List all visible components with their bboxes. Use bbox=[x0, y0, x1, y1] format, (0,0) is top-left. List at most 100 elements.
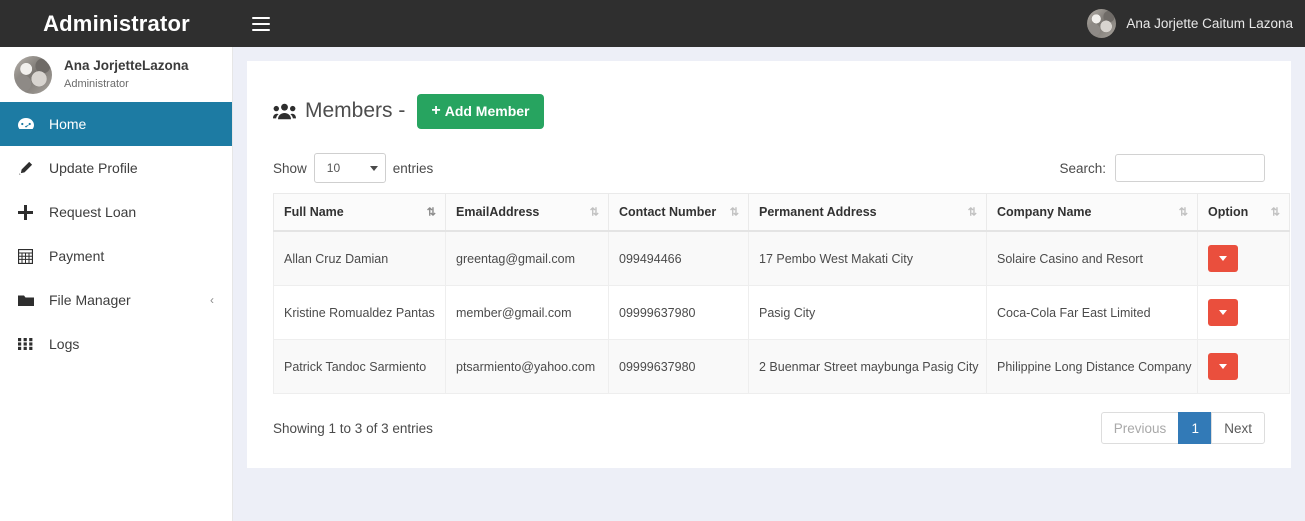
plus-icon bbox=[18, 204, 40, 220]
show-label: Show bbox=[273, 160, 307, 176]
sort-icon: ⇅ bbox=[729, 206, 739, 219]
sidebar-item-label: Request Loan bbox=[49, 204, 137, 220]
table-row: Patrick Tandoc Sarmiento ptsarmiento@yah… bbox=[273, 339, 1290, 394]
cell-address: 17 Pembo West Makati City bbox=[748, 230, 987, 286]
caret-down-icon bbox=[1219, 256, 1227, 261]
brand-block: Administrator bbox=[0, 0, 233, 47]
page-title: Members - bbox=[305, 99, 406, 122]
cell-email: ptsarmiento@yahoo.com bbox=[445, 339, 609, 394]
main-content: Members - + Add Member Show 10 entries S… bbox=[233, 47, 1305, 521]
cell-full-name: Kristine Romualdez Pantas bbox=[273, 285, 446, 340]
sort-ascending-icon: ⇅ bbox=[426, 206, 436, 219]
sidebar-item-label: Home bbox=[49, 116, 87, 132]
sort-icon: ⇅ bbox=[1270, 206, 1280, 219]
column-header-contact-number[interactable]: Contact Number ⇅ bbox=[608, 193, 749, 232]
top-navbar: Administrator Ana Jorjette Caitum Lazona bbox=[0, 0, 1305, 47]
sidebar-profile-text: Ana JorjetteLazona Administrator bbox=[64, 58, 189, 92]
sort-icon: ⇅ bbox=[967, 206, 977, 219]
sidebar-item-update-profile[interactable]: Update Profile bbox=[0, 146, 232, 190]
sort-icon: ⇅ bbox=[589, 206, 599, 219]
sidebar-item-label: Logs bbox=[49, 336, 80, 352]
table-footer: Showing 1 to 3 of 3 entries Previous 1 N… bbox=[261, 394, 1277, 454]
sidebar-profile-name: Ana JorjetteLazona bbox=[64, 57, 189, 73]
chevron-down-icon bbox=[369, 165, 378, 171]
column-header-email-address[interactable]: EmailAddress ⇅ bbox=[445, 193, 609, 232]
column-header-company-name[interactable]: Company Name ⇅ bbox=[986, 193, 1198, 232]
cell-option bbox=[1197, 230, 1290, 286]
caret-down-icon bbox=[1219, 364, 1227, 369]
cell-contact: 09999637980 bbox=[608, 285, 749, 340]
sidebar-item-label: File Manager bbox=[49, 292, 131, 308]
sidebar-item-logs[interactable]: Logs bbox=[0, 322, 232, 366]
cell-contact: 09999637980 bbox=[608, 339, 749, 394]
entries-label: entries bbox=[392, 160, 434, 176]
hamburger-bar bbox=[252, 22, 270, 25]
members-table: Full Name ⇅ EmailAddress ⇅ Contact Numbe… bbox=[273, 193, 1290, 394]
column-label: Full Name bbox=[284, 205, 344, 219]
row-option-button[interactable] bbox=[1208, 299, 1238, 326]
search-group: Search: bbox=[1059, 154, 1265, 182]
entries-length-select[interactable]: 10 bbox=[313, 153, 386, 183]
column-label: Permanent Address bbox=[759, 205, 877, 219]
pagination: Previous 1 Next bbox=[1100, 412, 1265, 444]
add-member-label: Add Member bbox=[444, 103, 530, 119]
cell-company: Philippine Long Distance Company bbox=[986, 339, 1198, 394]
avatar bbox=[1087, 9, 1117, 38]
entries-select-value: 10 bbox=[326, 161, 341, 175]
row-option-button[interactable] bbox=[1208, 245, 1238, 272]
show-entries-group: Show 10 entries bbox=[273, 153, 433, 183]
search-label: Search: bbox=[1059, 160, 1106, 176]
table-row: Allan Cruz Damian greentag@gmail.com 099… bbox=[273, 230, 1290, 286]
cell-option bbox=[1197, 339, 1290, 394]
cell-company: Coca-Cola Far East Limited bbox=[986, 285, 1198, 340]
column-header-permanent-address[interactable]: Permanent Address ⇅ bbox=[748, 193, 987, 232]
cell-option bbox=[1197, 285, 1290, 340]
column-label: Contact Number bbox=[619, 205, 717, 219]
people-icon bbox=[273, 103, 296, 120]
sidebar-item-request-loan[interactable]: Request Loan bbox=[0, 190, 232, 234]
column-header-option[interactable]: Option ⇅ bbox=[1197, 193, 1290, 232]
sidebar-item-label: Payment bbox=[49, 248, 105, 264]
members-card: Members - + Add Member Show 10 entries S… bbox=[247, 61, 1291, 468]
cell-contact: 099494466 bbox=[608, 230, 749, 286]
sidebar-profile-role: Administrator bbox=[64, 77, 129, 90]
cell-company: Solaire Casino and Resort bbox=[986, 230, 1198, 286]
topbar-user-menu[interactable]: Ana Jorjette Caitum Lazona bbox=[1087, 9, 1293, 38]
add-member-button[interactable]: + Add Member bbox=[417, 93, 544, 129]
column-label: Company Name bbox=[997, 205, 1092, 219]
plus-icon: + bbox=[431, 102, 441, 119]
sidebar-item-home[interactable]: Home bbox=[0, 102, 232, 146]
cell-address: Pasig City bbox=[748, 285, 987, 340]
sidebar-profile[interactable]: Ana JorjetteLazona Administrator bbox=[0, 47, 232, 102]
sidebar-item-file-manager[interactable]: File Manager ‹ bbox=[0, 278, 232, 322]
pagination-page-1[interactable]: 1 bbox=[1178, 412, 1213, 444]
sidebar: Ana JorjetteLazona Administrator Home Up… bbox=[0, 47, 233, 521]
dashboard-icon bbox=[18, 116, 40, 132]
hamburger-bar bbox=[252, 28, 270, 31]
cell-full-name: Allan Cruz Damian bbox=[273, 230, 446, 286]
cell-full-name: Patrick Tandoc Sarmiento bbox=[273, 339, 446, 394]
column-label: Option bbox=[1208, 205, 1249, 219]
cell-email: greentag@gmail.com bbox=[445, 230, 609, 286]
hamburger-icon[interactable] bbox=[252, 13, 274, 35]
brand-title: Administrator bbox=[43, 10, 190, 36]
avatar bbox=[14, 55, 52, 94]
pagination-next[interactable]: Next bbox=[1211, 412, 1265, 444]
search-input[interactable] bbox=[1115, 154, 1265, 182]
topbar-username: Ana Jorjette Caitum Lazona bbox=[1126, 16, 1293, 31]
card-header: Members - + Add Member bbox=[261, 79, 1277, 137]
cell-email: member@gmail.com bbox=[445, 285, 609, 340]
sidebar-item-label: Update Profile bbox=[49, 160, 138, 176]
pencil-icon bbox=[18, 160, 40, 176]
column-label: EmailAddress bbox=[456, 205, 540, 219]
sidebar-item-payment[interactable]: Payment bbox=[0, 234, 232, 278]
cell-address: 2 Buenmar Street maybunga Pasig City bbox=[748, 339, 987, 394]
column-header-full-name[interactable]: Full Name ⇅ bbox=[273, 193, 446, 232]
calculator-icon bbox=[18, 248, 40, 264]
sort-icon: ⇅ bbox=[1178, 206, 1188, 219]
row-option-button[interactable] bbox=[1208, 353, 1238, 380]
pagination-previous[interactable]: Previous bbox=[1100, 412, 1180, 444]
entries-info: Showing 1 to 3 of 3 entries bbox=[273, 420, 433, 436]
hamburger-bar bbox=[252, 16, 270, 19]
table-row: Kristine Romualdez Pantas member@gmail.c… bbox=[273, 285, 1290, 340]
